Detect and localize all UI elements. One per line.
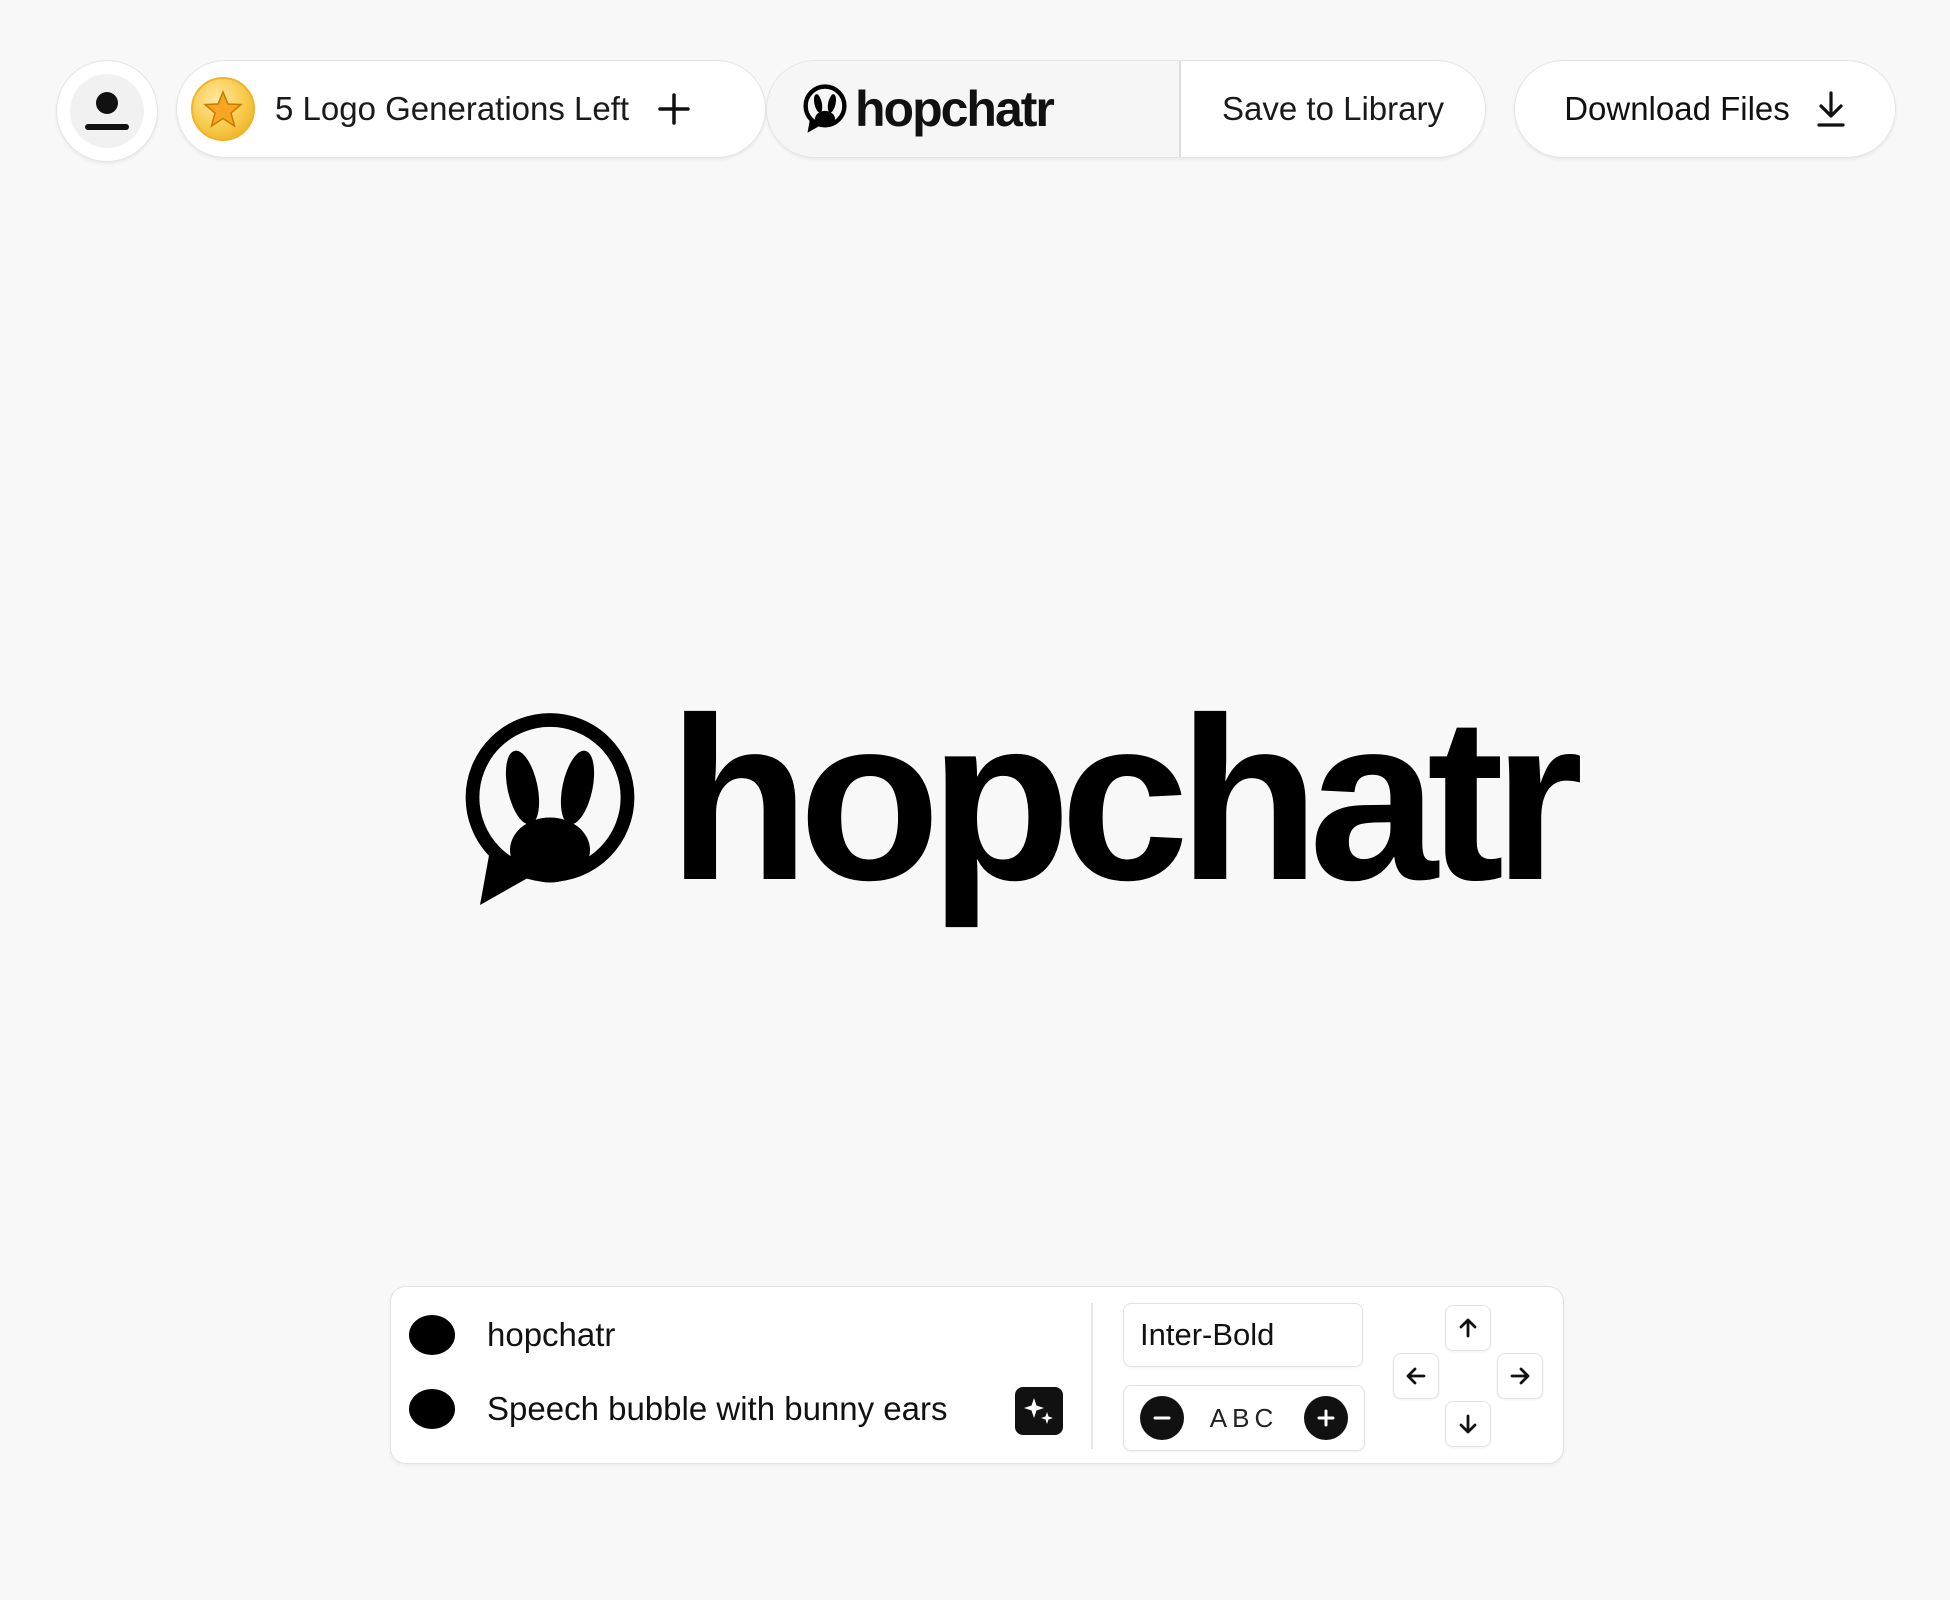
nudge-right-button[interactable] bbox=[1497, 1353, 1543, 1399]
regenerate-icon-button[interactable] bbox=[1015, 1387, 1063, 1435]
text-color-swatch[interactable] bbox=[409, 1315, 455, 1355]
spacing-sample: ABC bbox=[1209, 1402, 1279, 1433]
nudge-left-button[interactable] bbox=[1393, 1353, 1439, 1399]
plus-icon bbox=[1317, 1409, 1335, 1427]
decrease-spacing-button[interactable] bbox=[1140, 1396, 1184, 1440]
account-button[interactable] bbox=[56, 60, 158, 162]
download-label: Download Files bbox=[1564, 90, 1790, 127]
letter-spacing-control: ABC bbox=[1123, 1385, 1365, 1451]
font-select[interactable]: Inter-Bold bbox=[1123, 1303, 1363, 1367]
nudge-down-button[interactable] bbox=[1445, 1401, 1491, 1447]
generations-label: 5 Logo Generations Left bbox=[275, 90, 630, 127]
logo-wordmark: hopchatr bbox=[668, 670, 1583, 929]
star-coin-icon bbox=[191, 77, 255, 141]
download-icon bbox=[1817, 91, 1845, 127]
sparkle-icon bbox=[1024, 1398, 1053, 1424]
minus-icon bbox=[1153, 1416, 1171, 1420]
divider bbox=[1091, 1303, 1093, 1449]
arrow-down-icon bbox=[1459, 1414, 1477, 1434]
brand-name: hopchatr bbox=[855, 81, 1055, 137]
nudge-up-button[interactable] bbox=[1445, 1305, 1491, 1351]
increase-spacing-button[interactable] bbox=[1304, 1396, 1348, 1440]
brand-preview: hopchatr bbox=[767, 61, 1179, 157]
download-files-button[interactable]: Download Files bbox=[1514, 60, 1896, 158]
bunny-bubble-icon bbox=[803, 84, 847, 133]
add-generations-button[interactable] bbox=[657, 92, 691, 126]
icon-prompt-field[interactable]: Speech bubble with bunny ears bbox=[487, 1390, 948, 1428]
icon-row: Speech bubble with bunny ears bbox=[409, 1387, 1063, 1435]
logo-editor-panel: hopchatr Speech bubble with bunny ears I… bbox=[390, 1286, 1564, 1464]
logo-text-field[interactable]: hopchatr bbox=[487, 1316, 615, 1354]
bunny-bubble-icon bbox=[465, 713, 635, 905]
arrow-up-icon bbox=[1459, 1318, 1477, 1338]
brand-save-group: hopchatr Save to Library bbox=[766, 60, 1486, 158]
arrow-right-icon bbox=[1510, 1367, 1530, 1385]
icon-color-swatch[interactable] bbox=[409, 1389, 455, 1429]
text-row: hopchatr bbox=[409, 1315, 615, 1355]
user-icon bbox=[85, 92, 129, 130]
generations-counter: 5 Logo Generations Left bbox=[176, 60, 766, 158]
arrow-left-icon bbox=[1406, 1367, 1426, 1385]
save-to-library-button[interactable]: Save to Library bbox=[1181, 61, 1485, 157]
logo-canvas: hopchatr bbox=[458, 684, 1583, 920]
plus-icon bbox=[658, 93, 690, 125]
avatar bbox=[70, 74, 144, 148]
